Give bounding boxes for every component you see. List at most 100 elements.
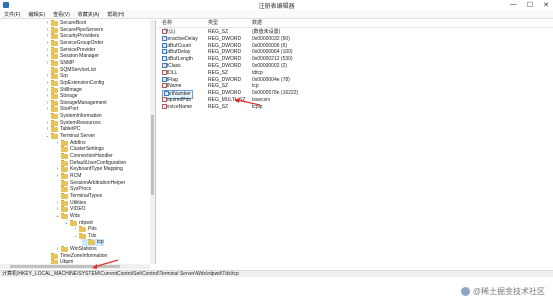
value-row[interactable]: (默认) REG_SZ (数值未设置)	[158, 29, 553, 36]
value-data: 0x00000006 (6)	[252, 42, 288, 49]
folder-icon	[51, 33, 58, 40]
value-type: REG_DWORD	[208, 63, 242, 69]
reg-binary-icon	[162, 76, 167, 82]
value-data: 0x00000064 (100)	[252, 49, 293, 56]
value-data: 0x00000032 (50)	[252, 35, 290, 42]
reg-string-icon	[162, 103, 167, 109]
tree-item-label: tcp	[97, 239, 104, 246]
minimize-button[interactable]: —	[510, 1, 517, 9]
folder-icon	[51, 86, 58, 93]
column-header-data[interactable]: 数据	[252, 20, 262, 27]
expand-chevron-icon[interactable]: ⌄	[73, 233, 78, 240]
value-type: REG_DWORD	[208, 35, 242, 42]
value-name: PdClass	[162, 63, 181, 70]
value-data: 0x00000002 (2)	[252, 63, 288, 69]
value-data: 0x0000004e (78)	[252, 76, 290, 83]
value-row[interactable]: ServiceName REG_SZ tcpip	[158, 103, 553, 111]
value-row[interactable]: OutBufCount REG_DWORD 0x00000006 (6)	[158, 42, 553, 50]
folder-icon	[79, 232, 86, 239]
menu-view[interactable]: 查看(V)	[53, 11, 70, 18]
value-row[interactable]: OutBufLength REG_DWORD 0x00000212 (530)	[158, 56, 553, 63]
value-type: REG_SZ	[208, 83, 229, 90]
reg-binary-icon	[162, 56, 167, 62]
expand-chevron-icon[interactable]: ⌄	[55, 213, 60, 220]
reg-binary-icon	[162, 63, 167, 68]
value-name: OutBufCount	[162, 42, 191, 50]
value-name: InteractiveDelay	[162, 35, 198, 43]
header-divider	[158, 27, 553, 28]
value-row[interactable]: InteractiveDelay REG_DWORD 0x00000032 (50)	[158, 35, 553, 43]
expand-chevron-icon[interactable]: ⌄	[45, 133, 50, 140]
expand-chevron-icon[interactable]: ⌄	[64, 220, 69, 227]
value-row[interactable]: PdName REG_SZ tcp	[158, 83, 553, 90]
folder-icon	[61, 199, 68, 206]
column-header-name[interactable]: 名称	[162, 20, 172, 27]
value-type: REG_DWORD	[208, 56, 242, 63]
menu-help[interactable]: 帮助(H)	[107, 11, 124, 18]
value-row[interactable]: RequiredPds REG_MULTI_SZ tssecsrv	[158, 97, 553, 104]
value-type: REG_SZ	[208, 103, 229, 110]
tree-horizontal-scrollbar[interactable]	[0, 264, 150, 269]
value-row[interactable]: PdFlag REG_DWORD 0x0000004e (78)	[158, 76, 553, 84]
column-header-type[interactable]: 类型	[208, 20, 218, 27]
watermark: @稀土掘金技术社区	[460, 286, 545, 297]
reg-binary-icon	[162, 49, 167, 55]
folder-icon	[61, 146, 68, 153]
value-name: PdFlag	[162, 76, 178, 84]
value-data: tdtcp	[252, 69, 263, 76]
folder-icon	[61, 212, 68, 219]
reg-string-icon	[162, 97, 167, 102]
value-row[interactable]: PortNumber REG_DWORD 0x0000578e (16222)	[158, 90, 553, 99]
folder-icon	[51, 73, 58, 80]
value-name: PdDLL	[162, 69, 177, 77]
reg-binary-icon	[162, 35, 167, 41]
value-data: tcp	[252, 83, 259, 90]
registry-tree: › SecureBoot › SecurePipeServers › SecurityPr…	[0, 20, 156, 264]
scrollbar-thumb[interactable]	[151, 115, 154, 195]
reg-binary-icon	[164, 91, 169, 97]
menu-bar: 文件(F) 编辑(E) 查看(V) 收藏夹(A) 帮助(H)	[0, 10, 553, 19]
folder-icon	[51, 113, 58, 120]
value-row[interactable]: OutBufDelay REG_DWORD 0x00000064 (100)	[158, 49, 553, 56]
value-row[interactable]: PdClass REG_DWORD 0x00000002 (2)	[158, 63, 553, 70]
value-name: PdName	[162, 83, 181, 90]
folder-icon	[51, 46, 58, 53]
folder-icon	[51, 20, 58, 26]
value-name: OutBufDelay	[162, 49, 190, 56]
folder-icon	[51, 59, 58, 66]
menu-edit[interactable]: 编辑(E)	[28, 11, 45, 18]
reg-string-icon	[162, 29, 167, 34]
folder-icon	[51, 39, 58, 46]
value-name: RequiredPds	[162, 97, 191, 104]
reg-binary-icon	[162, 42, 167, 48]
value-name-text: InteractiveDelay	[162, 35, 198, 42]
folder-icon	[51, 126, 58, 133]
value-type: REG_DWORD	[208, 76, 242, 83]
window-title: 注册表编辑器	[258, 4, 295, 10]
folder-icon	[61, 179, 68, 186]
menu-file[interactable]: 文件(F)	[4, 11, 20, 18]
folder-icon	[88, 239, 95, 246]
folder-icon	[61, 206, 68, 213]
value-row[interactable]: PdDLL REG_SZ tdtcp	[158, 69, 553, 77]
folder-icon	[61, 186, 68, 193]
value-type: REG_DWORD	[208, 90, 242, 97]
folder-icon	[51, 93, 58, 100]
reg-string-icon	[162, 69, 167, 75]
value-data: 0x00000212 (530)	[252, 56, 293, 63]
folder-icon	[51, 119, 58, 126]
folder-icon	[70, 219, 77, 226]
folder-icon	[61, 159, 68, 166]
folder-icon	[51, 79, 58, 86]
folder-icon	[61, 153, 68, 159]
value-type: REG_DWORD	[208, 49, 242, 56]
menu-favorites[interactable]: 收藏夹(A)	[78, 11, 100, 18]
folder-icon	[61, 246, 68, 253]
values-pane: 名称 类型 数据 (默认) REG_SZ (数值未设置) InteractiveDel…	[158, 20, 553, 269]
folder-icon	[79, 226, 86, 233]
close-button[interactable]: ✕	[543, 1, 549, 9]
tree-vertical-scrollbar[interactable]	[150, 20, 155, 264]
value-name: ServiceName	[162, 103, 192, 111]
maximize-button[interactable]: ☐	[527, 1, 533, 9]
juejin-logo-icon	[460, 287, 470, 296]
